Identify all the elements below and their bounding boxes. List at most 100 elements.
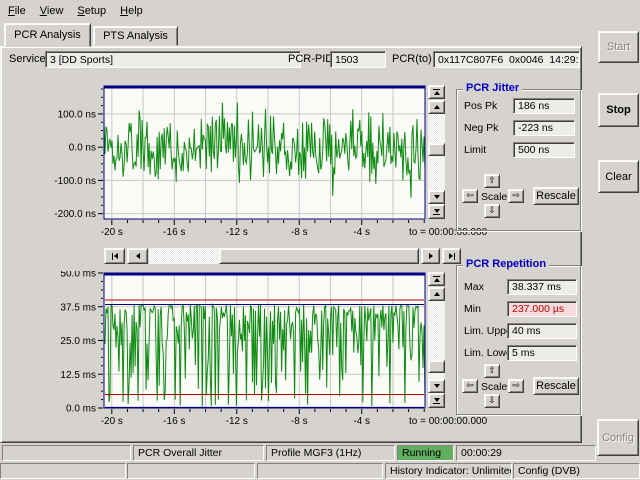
rescale-button[interactable]: Rescale [533, 187, 579, 205]
neg-pk-field: -223 ns [513, 120, 575, 136]
jitter-vertical-scrollbar [428, 85, 445, 219]
status-running: Running [397, 445, 454, 461]
stop-button[interactable]: Stop [598, 93, 639, 127]
config-button[interactable]: Config [597, 419, 639, 456]
scrollbar-thumb[interactable] [428, 360, 445, 373]
neg-pk-label: Neg Pk [464, 122, 498, 134]
arrow-up-icon [434, 91, 440, 95]
arrow-up-icon [434, 105, 440, 109]
x-tick-label: -8 s [291, 227, 308, 238]
status-elapsed-time: 00:00:29 [456, 445, 596, 461]
pcr-pid-field: 1503 [330, 51, 386, 68]
scale-up-button[interactable]: ⇧ [484, 364, 500, 378]
start-button[interactable]: Start [598, 31, 639, 63]
pcr-repetition-group-title: PCR Repetition [463, 258, 549, 270]
y-tick-label: 100.0 ns [58, 109, 96, 120]
menu-view[interactable]: View [33, 3, 71, 19]
arrow-down-icon [434, 209, 440, 213]
pcr-to-field: 0x117C807F6 0x0046 14:29:15 [433, 51, 580, 68]
x-tick-label: -16 s [163, 416, 185, 427]
scroll-bottom-limit-button[interactable] [428, 393, 445, 408]
time-horizontal-scrollbar [104, 248, 461, 264]
y-tick-label: 0.0 ms [66, 404, 96, 415]
x-tick-label: -12 s [226, 416, 248, 427]
menu-help[interactable]: Help [113, 3, 150, 19]
y-tick-label: 25.0 ms [60, 336, 96, 347]
scroll-left-button[interactable] [127, 248, 148, 264]
pcr-analysis-page: Service 3 [DD Sports] PCR-PID 1503 PCR(t… [0, 46, 582, 443]
arrow-left-icon [136, 253, 140, 259]
rescale-button[interactable]: Rescale [533, 377, 579, 395]
lim-lower-field: 5 ms [507, 345, 577, 361]
service-field[interactable]: 3 [DD Sports] [45, 51, 301, 68]
limit-bar-icon [433, 214, 440, 215]
y-tick-label: -200.0 ns [54, 209, 96, 220]
scroll-far-left-button[interactable] [104, 248, 125, 264]
service-label: Service [9, 53, 46, 65]
scroll-top-limit-button[interactable] [428, 85, 445, 99]
x-tick-label: -8 s [291, 416, 308, 427]
tab-pts-analysis[interactable]: PTS Analysis [93, 26, 178, 46]
y-tick-label: 37.5 ms [60, 302, 96, 313]
y-tick-label: -100.0 ns [54, 176, 96, 187]
limit-label: Limit [464, 144, 486, 156]
arrow-down-icon [434, 384, 440, 388]
scroll-far-right-button[interactable] [442, 248, 461, 264]
status-measurement: PCR Overall Jitter [133, 445, 264, 461]
y-tick-label: 12.5 ms [60, 370, 96, 381]
scale-label: Scale [481, 381, 507, 393]
status2-empty-3 [257, 463, 383, 479]
pcr-to-label: PCR(to) [392, 53, 432, 65]
arrow-up-icon [434, 292, 440, 296]
status2-empty-2 [127, 463, 255, 479]
limit-bar-icon [433, 403, 440, 404]
scroll-bottom-limit-button[interactable] [428, 204, 445, 219]
status-bar: PCR Overall Jitter Profile MGF3 (1Hz) Ru… [0, 444, 640, 480]
arrow-right-icon [449, 253, 453, 259]
pcr-repetition-group: PCR Repetition Max 38.337 ms Min 237.000… [456, 265, 581, 415]
status-empty-1 [2, 445, 131, 461]
max-label: Max [464, 281, 484, 293]
menu-bar: File View Setup Help [0, 0, 640, 21]
lim-upper-field: 40 ms [507, 323, 577, 339]
scale-left-button[interactable]: ⇦ [462, 379, 478, 393]
x-tick-label: -20 s [101, 416, 123, 427]
status-profile: Profile MGF3 (1Hz) [266, 445, 395, 461]
pcr-pid-label: PCR-PID [288, 53, 333, 65]
menu-setup[interactable]: Setup [70, 3, 113, 19]
scale-down-button[interactable]: ⇩ [484, 204, 500, 218]
pcr-jitter-group: PCR Jitter Pos Pk 186 ns Neg Pk -223 ns … [456, 89, 581, 231]
scroll-up-button[interactable] [428, 287, 445, 301]
arrow-right-icon [429, 253, 433, 259]
tab-pcr-analysis[interactable]: PCR Analysis [4, 23, 91, 47]
scroll-down-button[interactable] [428, 379, 445, 393]
scrollbar-thumb[interactable] [428, 143, 445, 156]
scale-label: Scale [481, 191, 507, 203]
scale-left-button[interactable]: ⇦ [462, 189, 478, 203]
arrow-left-icon [114, 253, 118, 259]
x-tick-label: -4 s [353, 227, 370, 238]
scroll-down-button[interactable] [428, 190, 445, 204]
scroll-top-limit-button[interactable] [428, 272, 445, 286]
pcr-jitter-group-title: PCR Jitter [463, 82, 522, 94]
limit-bar-icon [112, 253, 113, 260]
y-tick-label: 50.0 ms [60, 271, 96, 280]
scale-right-button[interactable]: ⇨ [508, 379, 524, 393]
y-tick-label: 0.0 ns [69, 143, 96, 154]
x-tick-label: -12 s [226, 227, 248, 238]
scale-down-button[interactable]: ⇩ [484, 394, 500, 408]
clear-button[interactable]: Clear [598, 160, 639, 193]
x-tick-label: -20 s [101, 227, 123, 238]
scroll-up-button[interactable] [428, 100, 445, 114]
limit-field: 500 ns [513, 142, 575, 158]
menu-file[interactable]: File [1, 3, 33, 19]
limit-bar-icon [433, 89, 440, 90]
scale-right-button[interactable]: ⇨ [508, 189, 524, 203]
scale-up-button[interactable]: ⇧ [484, 174, 500, 188]
pcr-repetition-chart: 50.0 ms 37.5 ms 25.0 ms 12.5 ms 0.0 ms -20 s -… [39, 271, 487, 431]
repetition-vertical-scrollbar [428, 272, 445, 408]
scroll-right-button[interactable] [421, 248, 440, 264]
status2-empty-1 [0, 463, 126, 479]
scrollbar-thumb[interactable] [219, 248, 419, 264]
min-field: 237.000 µs [507, 301, 577, 317]
